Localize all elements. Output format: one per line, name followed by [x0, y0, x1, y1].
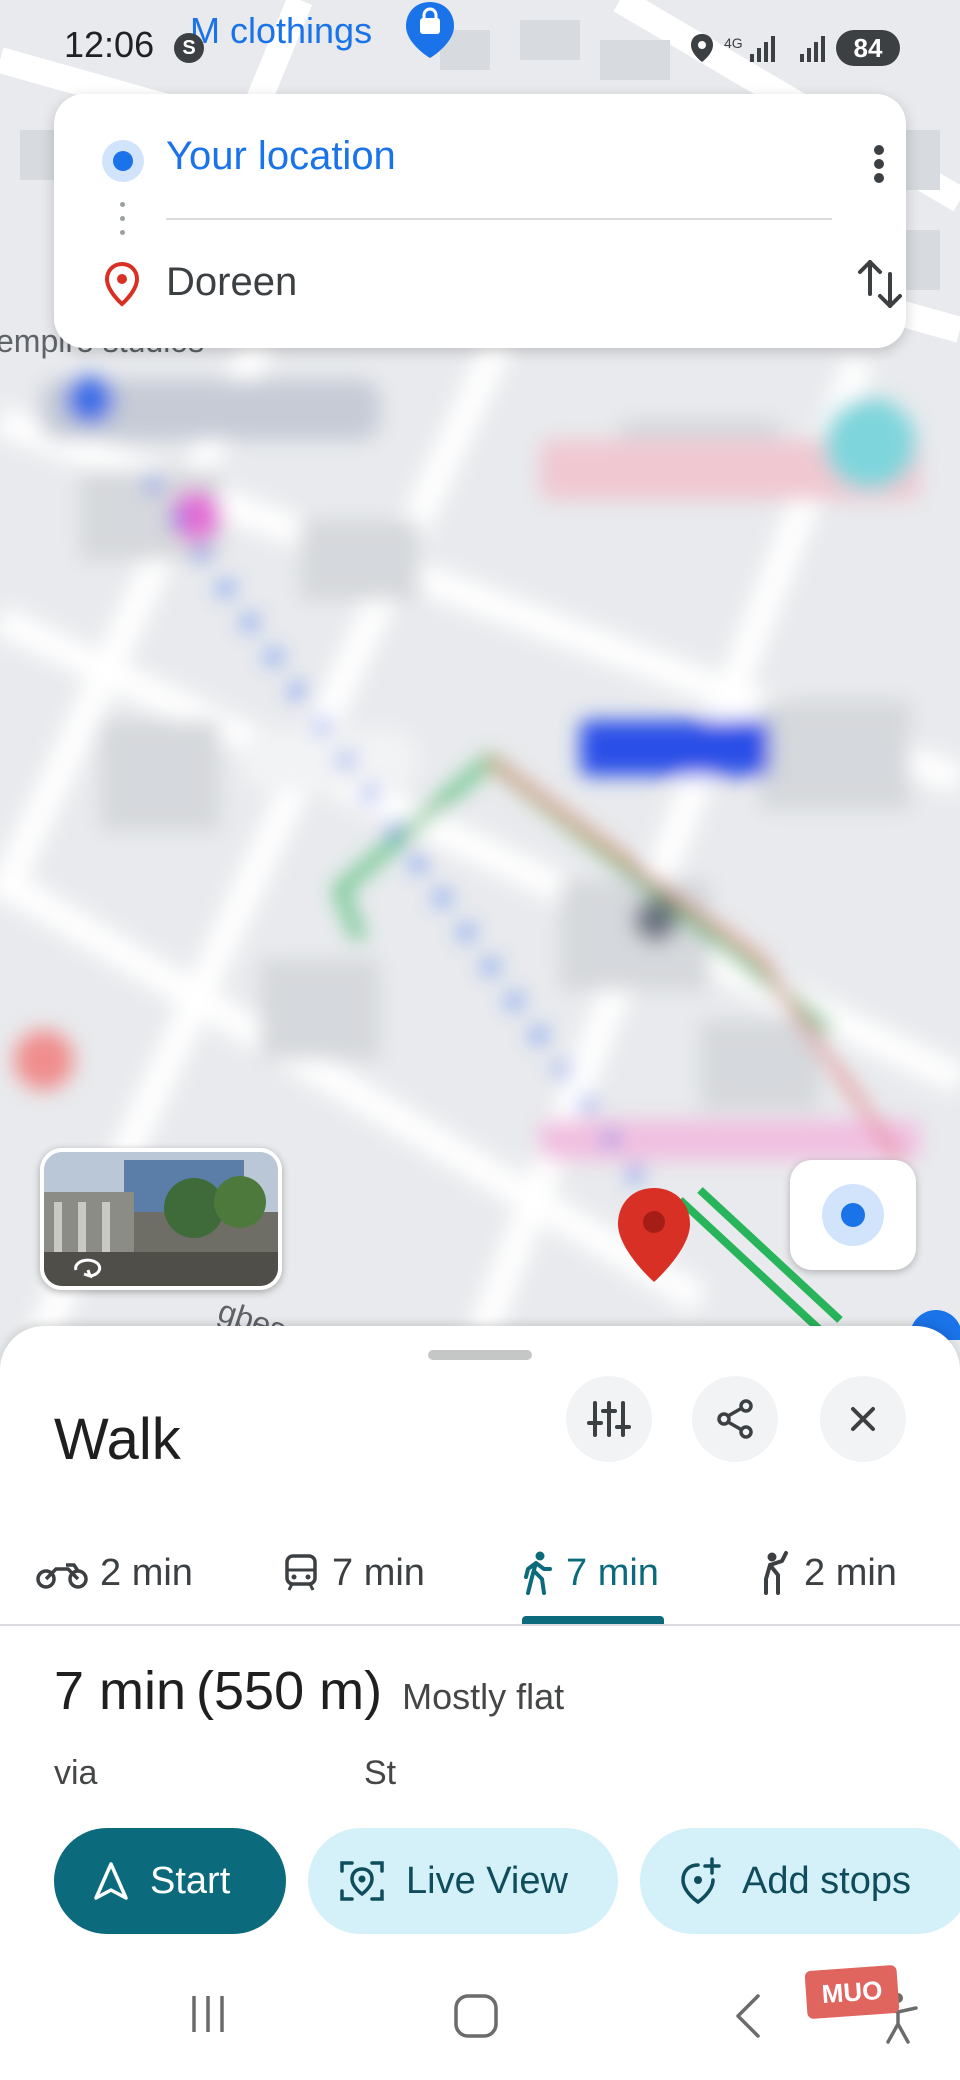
swap-direction-icon[interactable]: [854, 254, 906, 314]
ride-hail-icon: [764, 1551, 788, 1595]
recent-apps-icon[interactable]: [186, 1992, 230, 2036]
tab-walking[interactable]: 7 min: [522, 1522, 659, 1624]
tab-motorcycle-label: 2 min: [100, 1551, 193, 1594]
destination-field[interactable]: Doreen: [166, 260, 297, 305]
watermark-logo: MUO: [804, 1964, 900, 2020]
route-duration: 7 min: [54, 1661, 187, 1721]
route-connector-dots: [120, 202, 126, 248]
add-location-icon: [681, 1857, 721, 1905]
add-stops-label: Add stops: [742, 1859, 911, 1902]
route-terrain: Mostly flat: [402, 1676, 565, 1717]
via-label: via: [54, 1754, 98, 1792]
my-location-button[interactable]: [790, 1160, 916, 1270]
status-bar: M clothings 12:06 S 4G 84: [0, 0, 960, 90]
status-s-badge: S: [174, 33, 204, 63]
more-options-icon[interactable]: [864, 134, 894, 194]
route-options-button[interactable]: [566, 1376, 652, 1462]
back-icon[interactable]: [728, 1992, 768, 2040]
active-tab-indicator: [522, 1616, 664, 1624]
directions-sheet: Walk 2 min 7 min 7 min 2 min 7 min (550 …: [0, 1326, 960, 2080]
close-icon: [851, 1407, 875, 1431]
current-location-icon: [102, 140, 144, 182]
tab-transit[interactable]: 7 min: [282, 1522, 425, 1624]
route-card: Your location Doreen: [54, 94, 906, 348]
route-distance: (550 m): [196, 1661, 383, 1721]
tab-motorcycle[interactable]: 2 min: [36, 1522, 193, 1624]
origin-field[interactable]: Your location: [166, 134, 396, 179]
travel-mode-title: Walk: [54, 1407, 181, 1472]
divider: [166, 218, 832, 220]
live-view-icon: [340, 1861, 384, 1901]
live-view-label: Live View: [406, 1859, 568, 1902]
home-icon[interactable]: [452, 1992, 500, 2040]
tune-icon: [587, 1401, 631, 1437]
tab-transit-label: 7 min: [332, 1551, 425, 1594]
walk-icon: [524, 1551, 552, 1595]
share-icon: [717, 1399, 753, 1439]
live-view-button[interactable]: Live View: [308, 1828, 618, 1934]
destination-pin-icon: [104, 261, 140, 307]
street-view-thumbnail[interactable]: [40, 1148, 282, 1290]
travel-mode-tabs: 2 min 7 min 7 min 2 min: [0, 1522, 960, 1626]
battery-indicator: 84: [836, 30, 900, 66]
map-poi-label[interactable]: M clothings: [190, 10, 372, 52]
tab-ride-hail-label: 2 min: [804, 1551, 897, 1594]
start-label: Start: [150, 1859, 231, 1902]
shopping-bag-pin-icon[interactable]: [402, 0, 458, 60]
tab-walking-label: 7 min: [566, 1551, 659, 1594]
navigation-arrow-icon: [94, 1862, 128, 1900]
tab-ride-hail[interactable]: 2 min: [756, 1522, 897, 1624]
transit-icon: [285, 1554, 317, 1591]
add-stops-button[interactable]: Add stops: [640, 1828, 960, 1934]
start-button[interactable]: Start: [54, 1828, 286, 1934]
route-summary[interactable]: 7 min (550 m) Mostly flat: [54, 1660, 564, 1722]
motorcycle-icon: [36, 1563, 88, 1589]
status-time: 12:06: [64, 24, 155, 65]
share-button[interactable]: [692, 1376, 778, 1462]
drag-handle[interactable]: [428, 1350, 532, 1360]
svg-text:4G: 4G: [724, 35, 743, 51]
via-street: St: [364, 1754, 397, 1792]
close-button[interactable]: [820, 1376, 906, 1462]
